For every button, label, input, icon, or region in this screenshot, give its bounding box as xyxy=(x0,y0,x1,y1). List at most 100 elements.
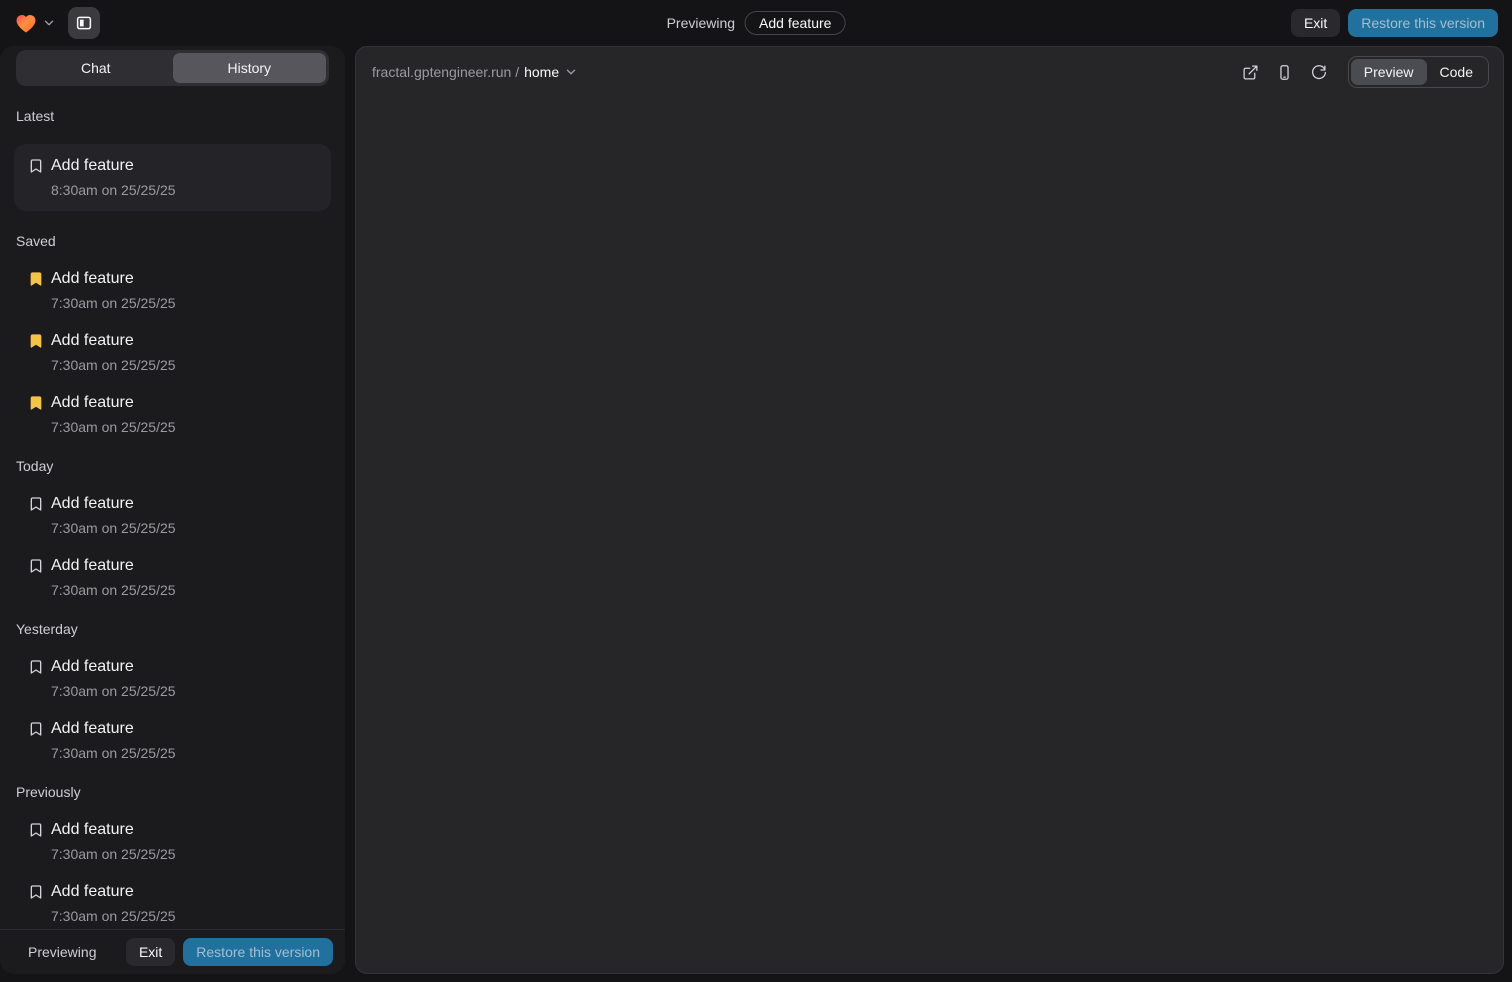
history-item-body: Add feature 7:30am on 25/25/25 xyxy=(51,657,176,700)
external-link-icon xyxy=(1242,64,1259,81)
history-item-timestamp: 7:30am on 25/25/25 xyxy=(51,419,176,436)
chevron-down-icon xyxy=(564,65,578,79)
history-item-body: Add feature 7:30am on 25/25/25 xyxy=(51,331,176,374)
previewing-label: Previewing xyxy=(667,15,735,31)
history-item-timestamp: 7:30am on 25/25/25 xyxy=(51,295,176,312)
top-bar: Previewing Add feature Exit Restore this… xyxy=(0,0,1512,46)
version-pill[interactable]: Add feature xyxy=(745,11,845,35)
exit-button[interactable]: Exit xyxy=(1291,9,1340,37)
history-item-title: Add feature xyxy=(51,393,176,413)
panel-left-icon xyxy=(75,14,93,32)
history-item-timestamp: 7:30am on 25/25/25 xyxy=(51,745,176,762)
history-item-title: Add feature xyxy=(51,331,176,351)
topbar-status: Previewing Add feature xyxy=(667,0,846,46)
preview-panel: fractal.gptengineer.run / home xyxy=(355,46,1504,974)
history-section-title: Today xyxy=(16,458,329,474)
history-item-timestamp: 7:30am on 25/25/25 xyxy=(51,520,176,537)
history-section-title: Saved xyxy=(16,233,329,249)
bookmark-icon[interactable] xyxy=(28,822,44,838)
history-item[interactable]: Add feature 8:30am on 25/25/25 xyxy=(14,144,331,211)
history-item-title: Add feature xyxy=(51,657,176,677)
bookmark-icon[interactable] xyxy=(28,884,44,900)
refresh-icon xyxy=(1310,64,1327,81)
chat-history-tabs: Chat History xyxy=(16,50,329,86)
preview-viewport[interactable] xyxy=(356,97,1503,973)
history-item-title: Add feature xyxy=(51,269,176,289)
topbar-actions: Exit Restore this version xyxy=(1291,9,1498,37)
history-item[interactable]: Add feature 7:30am on 25/25/25 xyxy=(16,556,329,599)
history-item-timestamp: 7:30am on 25/25/25 xyxy=(51,357,176,374)
history-item-title: Add feature xyxy=(51,494,176,514)
preview-header: fractal.gptengineer.run / home xyxy=(356,47,1503,97)
history-item-body: Add feature 7:30am on 25/25/25 xyxy=(51,269,176,312)
bookmark-icon[interactable] xyxy=(28,659,44,675)
preview-code-toggle: Preview Code xyxy=(1348,56,1489,88)
tab-chat[interactable]: Chat xyxy=(19,53,173,83)
history-item-title: Add feature xyxy=(51,556,176,576)
history-section: YesterdayAdd feature7:30am on 25/25/25Ad… xyxy=(16,621,329,762)
smartphone-icon xyxy=(1276,64,1293,81)
sidebar-footer: Previewing Exit Restore this version xyxy=(0,929,345,974)
preview-url-selector[interactable]: fractal.gptengineer.run / home xyxy=(372,64,578,80)
history-item-title: Add feature xyxy=(51,156,176,176)
history-item[interactable]: Add feature 7:30am on 25/25/25 xyxy=(16,494,329,537)
history-item-title: Add feature xyxy=(51,719,176,739)
bookmark-icon[interactable] xyxy=(28,721,44,737)
preview-toolbar: Preview Code xyxy=(1236,56,1489,88)
history-section-title: Latest xyxy=(16,108,329,124)
history-section: TodayAdd feature7:30am on 25/25/25Add fe… xyxy=(16,458,329,599)
history-item-title: Add feature xyxy=(51,820,176,840)
history-item-body: Add feature 7:30am on 25/25/25 xyxy=(51,494,176,537)
preview-url-prefix: fractal.gptengineer.run / xyxy=(372,64,519,80)
history-sections: Latest Add feature 8:30am on 25/25/25 Saved… xyxy=(16,108,329,925)
history-item[interactable]: Add feature 7:30am on 25/25/25 xyxy=(16,331,329,374)
history-item-body: Add feature 7:30am on 25/25/25 xyxy=(51,820,176,863)
history-item-timestamp: 7:30am on 25/25/25 xyxy=(51,846,176,863)
chevron-down-icon xyxy=(42,16,56,30)
history-sidebar: Chat History Latest Add feature 8:30am on … xyxy=(0,46,345,974)
history-section: PreviouslyAdd feature7:30am on 25/25/25A… xyxy=(16,784,329,925)
app-root: Previewing Add feature Exit Restore this… xyxy=(0,0,1512,982)
history-item[interactable]: Add feature 7:30am on 25/25/25 xyxy=(16,393,329,436)
preview-url-page: home xyxy=(524,64,559,80)
bookmark-icon[interactable] xyxy=(28,496,44,512)
bookmark-icon[interactable] xyxy=(28,558,44,574)
refresh-button[interactable] xyxy=(1304,57,1334,87)
history-section: SavedAdd feature7:30am on 25/25/25Add fe… xyxy=(16,233,329,436)
history-item-timestamp: 7:30am on 25/25/25 xyxy=(51,582,176,599)
logo-menu[interactable] xyxy=(14,12,56,34)
history-item[interactable]: Add feature 7:30am on 25/25/25 xyxy=(16,820,329,863)
tab-history[interactable]: History xyxy=(173,53,327,83)
history-item-body: Add feature 7:30am on 25/25/25 xyxy=(51,882,176,925)
history-section-title: Previously xyxy=(16,784,329,800)
history-item-title: Add feature xyxy=(51,882,176,902)
footer-restore-version-button[interactable]: Restore this version xyxy=(183,938,333,966)
lovable-heart-icon xyxy=(14,12,38,34)
open-in-new-tab-button[interactable] xyxy=(1236,57,1266,87)
history-item[interactable]: Add feature 7:30am on 25/25/25 xyxy=(16,719,329,762)
history-item[interactable]: Add feature 7:30am on 25/25/25 xyxy=(16,269,329,312)
history-item-timestamp: 7:30am on 25/25/25 xyxy=(51,683,176,700)
history-section: Latest Add feature 8:30am on 25/25/25 xyxy=(16,108,329,211)
bookmark-icon[interactable] xyxy=(28,395,44,411)
bookmark-icon[interactable] xyxy=(28,271,44,287)
bookmark-icon[interactable] xyxy=(28,158,44,174)
history-item-timestamp: 8:30am on 25/25/25 xyxy=(51,182,176,199)
mobile-view-button[interactable] xyxy=(1270,57,1300,87)
history-item[interactable]: Add feature 7:30am on 25/25/25 xyxy=(16,882,329,925)
sidebar-toggle-button[interactable] xyxy=(68,7,100,39)
bookmark-icon[interactable] xyxy=(28,333,44,349)
toggle-code[interactable]: Code xyxy=(1427,59,1486,85)
history-item-body: Add feature 7:30am on 25/25/25 xyxy=(51,556,176,599)
toggle-preview[interactable]: Preview xyxy=(1351,59,1427,85)
history-item[interactable]: Add feature 7:30am on 25/25/25 xyxy=(16,657,329,700)
history-item-body: Add feature 7:30am on 25/25/25 xyxy=(51,393,176,436)
restore-version-button[interactable]: Restore this version xyxy=(1348,9,1498,37)
footer-exit-button[interactable]: Exit xyxy=(126,938,175,966)
footer-previewing-label: Previewing xyxy=(28,944,96,960)
history-section-title: Yesterday xyxy=(16,621,329,637)
history-item-body: Add feature 8:30am on 25/25/25 xyxy=(51,156,176,199)
history-scroll-area[interactable]: Chat History Latest Add feature 8:30am on … xyxy=(0,46,345,929)
history-item-timestamp: 7:30am on 25/25/25 xyxy=(51,908,176,925)
history-item-body: Add feature 7:30am on 25/25/25 xyxy=(51,719,176,762)
